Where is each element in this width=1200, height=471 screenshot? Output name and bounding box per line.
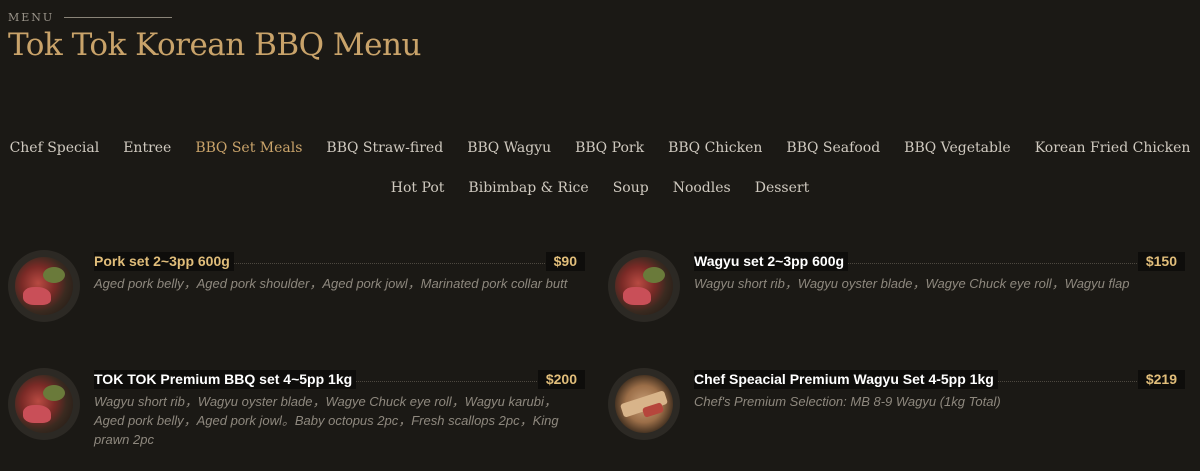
tab-noodles[interactable]: Noodles (661, 180, 743, 196)
menu-item[interactable]: Wagyu set 2~3pp 600g $150 Wagyu short ri… (600, 246, 1190, 356)
bbq-meat-plate-icon (8, 368, 80, 440)
menu-item-description: Wagyu short rib，Wagyu oyster blade，Wagye… (94, 394, 559, 447)
tab-entree[interactable]: Entree (111, 140, 183, 156)
tab-bbq-seafood[interactable]: BBQ Seafood (774, 140, 892, 156)
menu-item-header: Pork set 2~3pp 600g $90 (94, 252, 585, 272)
category-tabs: Chef Special Entree BBQ Set Meals BBQ St… (0, 128, 1200, 208)
menu-item-name: Wagyu set 2~3pp 600g (694, 252, 849, 271)
tab-dessert[interactable]: Dessert (743, 180, 821, 196)
menu-item-name: TOK TOK Premium BBQ set 4~5pp 1kg (94, 370, 357, 389)
tab-bbq-vegetable[interactable]: BBQ Vegetable (892, 140, 1023, 156)
category-tabs-row-1: Chef Special Entree BBQ Set Meals BBQ St… (0, 128, 1200, 168)
tab-bibimbap-rice[interactable]: Bibimbap & Rice (456, 180, 600, 196)
bbq-meat-plate-icon (608, 250, 680, 322)
page-title: Tok Tok Korean BBQ Menu (8, 27, 421, 63)
tab-hot-pot[interactable]: Hot Pot (379, 180, 457, 196)
menu-item[interactable]: TOK TOK Premium BBQ set 4~5pp 1kg $200 W… (0, 364, 590, 471)
tab-bbq-wagyu[interactable]: BBQ Wagyu (455, 140, 563, 156)
menu-item-description: Chef's Premium Selection: MB 8-9 Wagyu (… (694, 394, 1001, 409)
tab-chef-special[interactable]: Chef Special (0, 140, 111, 156)
menu-item-price: $200 (537, 370, 585, 389)
menu-item-name: Chef Speacial Premium Wagyu Set 4-5pp 1k… (694, 370, 998, 389)
menu-item-description: Wagyu short rib，Wagyu oyster blade，Wagye… (694, 276, 1130, 291)
menu-item-header: TOK TOK Premium BBQ set 4~5pp 1kg $200 (94, 370, 585, 390)
section-label: MENU (8, 11, 173, 24)
section-label-text: MENU (8, 11, 55, 24)
menu-item-price: $219 (1137, 370, 1185, 389)
bbq-meat-plate-icon (8, 250, 80, 322)
tab-bbq-chicken[interactable]: BBQ Chicken (656, 140, 774, 156)
tab-bbq-set-meals[interactable]: BBQ Set Meals (183, 140, 314, 156)
menu-item[interactable]: Pork set 2~3pp 600g $90 Aged pork belly，… (0, 246, 590, 356)
menu-item-name: Pork set 2~3pp 600g (94, 252, 234, 271)
tab-soup[interactable]: Soup (601, 180, 661, 196)
tab-korean-fried-chicken[interactable]: Korean Fried Chicken (1023, 140, 1200, 156)
tab-bbq-straw-fired[interactable]: BBQ Straw-fired (314, 140, 455, 156)
tab-bbq-pork[interactable]: BBQ Pork (563, 140, 656, 156)
menu-item-header: Chef Speacial Premium Wagyu Set 4-5pp 1k… (694, 370, 1185, 390)
wagyu-board-icon (608, 368, 680, 440)
menu-item-price: $90 (545, 252, 585, 271)
menu-item-price: $150 (1137, 252, 1185, 271)
section-divider (64, 17, 173, 18)
menu-item-header: Wagyu set 2~3pp 600g $150 (694, 252, 1185, 272)
menu-item-description: Aged pork belly，Aged pork shoulder，Aged … (94, 276, 568, 291)
category-tabs-row-2: Hot Pot Bibimbap & Rice Soup Noodles Des… (0, 168, 1200, 208)
menu-item[interactable]: Chef Speacial Premium Wagyu Set 4-5pp 1k… (600, 364, 1190, 471)
